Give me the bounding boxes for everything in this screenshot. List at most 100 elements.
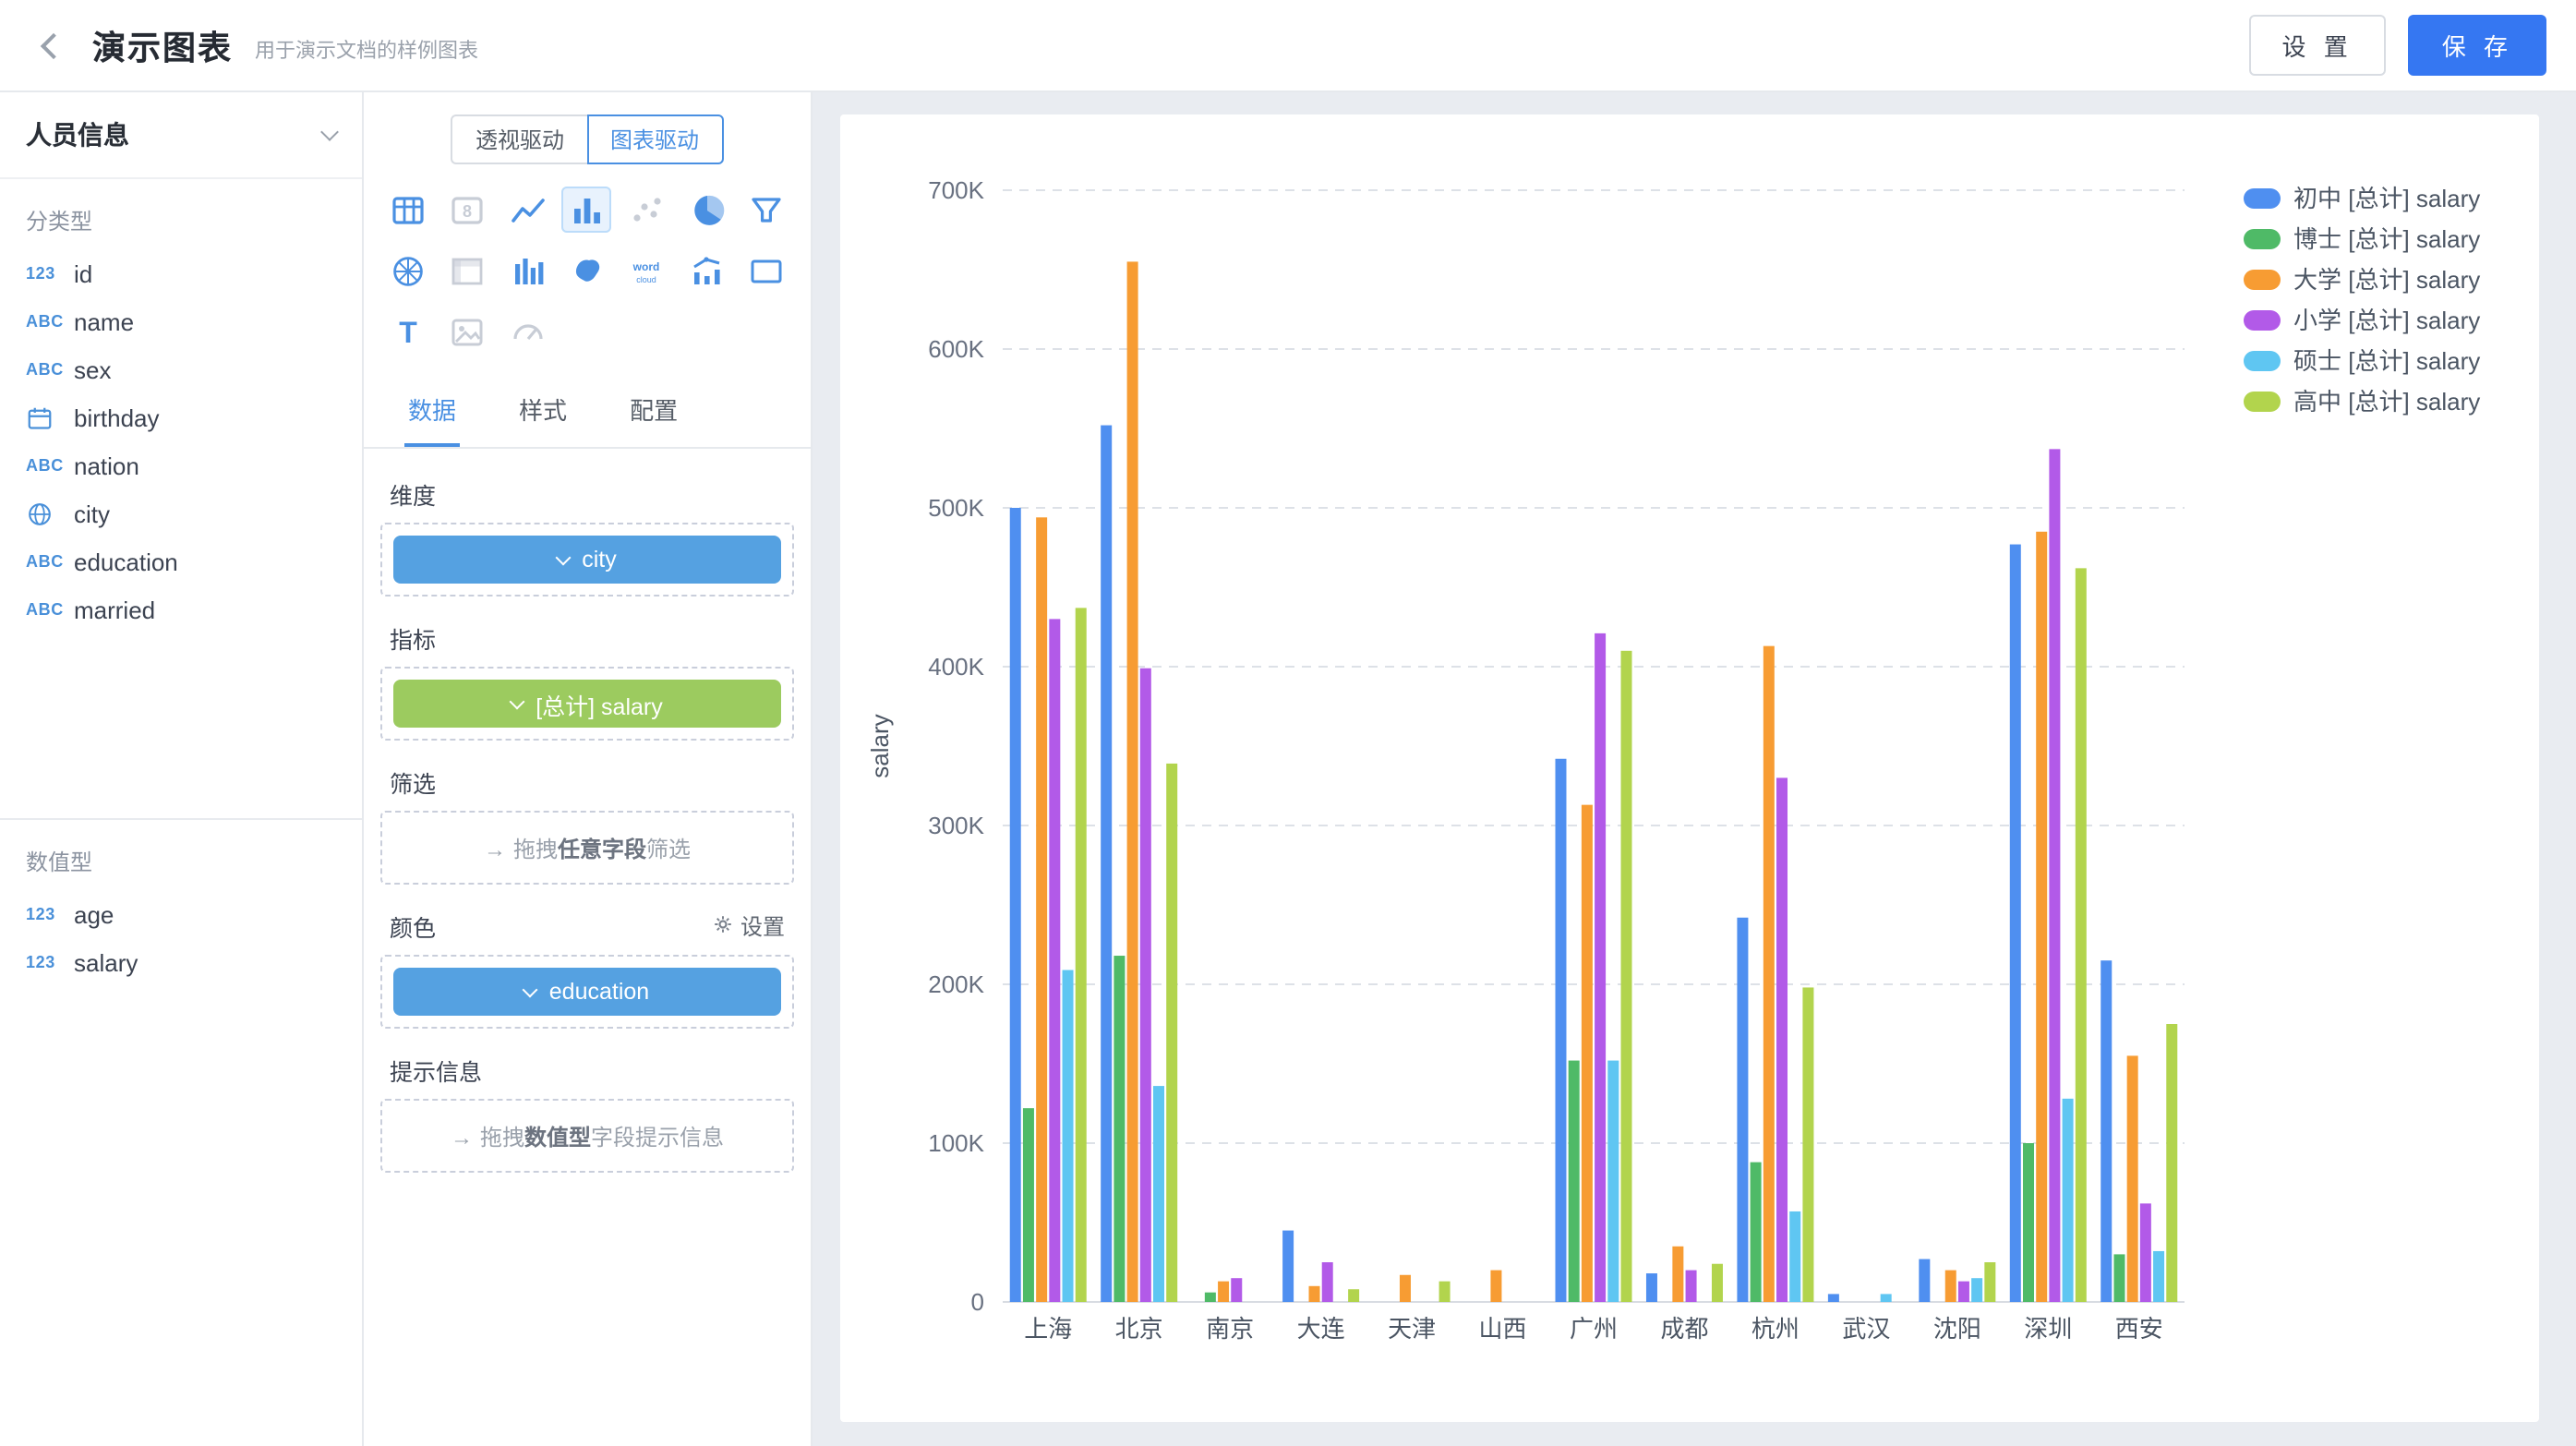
color-pill-education[interactable]: education xyxy=(393,968,781,1016)
chart-type-grid: 8 wordcloud T xyxy=(364,183,811,377)
bar-杭州-0 xyxy=(1737,918,1748,1302)
y-tick-label: 600K xyxy=(928,335,984,363)
field-age[interactable]: 123age xyxy=(0,890,362,938)
dimension-dropzone[interactable]: city xyxy=(380,523,794,596)
bar-武汉-4 xyxy=(1881,1294,1892,1302)
chevron-down-icon xyxy=(510,693,525,709)
bar-南京-2 xyxy=(1218,1282,1229,1302)
dataset-name: 人员信息 xyxy=(26,116,129,153)
bar-上海-4 xyxy=(1063,970,1074,1302)
dimension-pill-city[interactable]: city xyxy=(393,536,781,584)
string-type-icon: ABC xyxy=(26,456,74,475)
field-section-categorical: 分类型123idABCnameABCsexbirthdayABCnationci… xyxy=(0,179,362,818)
field-nation[interactable]: ABCnation xyxy=(0,441,362,489)
field-id[interactable]: 123id xyxy=(0,249,362,297)
bar-西安-2 xyxy=(2127,1055,2138,1302)
legend-item[interactable]: 博士 [总计] salary xyxy=(2244,225,2480,253)
legend-item[interactable]: 小学 [总计] salary xyxy=(2244,307,2480,334)
map-icon[interactable] xyxy=(562,247,612,294)
legend-item[interactable]: 初中 [总计] salary xyxy=(2244,185,2480,212)
field-education[interactable]: ABCeducation xyxy=(0,537,362,585)
pill-label: education xyxy=(549,979,649,1005)
svg-text:8: 8 xyxy=(463,201,473,220)
calendar-icon xyxy=(26,404,74,431)
bar-上海-0 xyxy=(1010,508,1021,1302)
x-tick-label: 广州 xyxy=(1570,1315,1618,1343)
field-city[interactable]: city xyxy=(0,489,362,537)
section-header-filter: 筛选 xyxy=(390,765,785,800)
bar-上海-5 xyxy=(1076,608,1087,1302)
table-icon[interactable] xyxy=(383,187,433,233)
filter-dropzone[interactable]: →拖拽任意字段筛选 xyxy=(380,811,794,885)
scatter-icon xyxy=(622,187,672,233)
bar-chart-icon[interactable] xyxy=(562,187,612,233)
settings-button[interactable]: 设 置 xyxy=(2249,15,2387,76)
panel-tab-配置[interactable]: 配置 xyxy=(626,377,681,447)
bar-广州-5 xyxy=(1621,651,1632,1302)
bar-沈阳-2 xyxy=(1945,1271,1956,1302)
bar-成都-5 xyxy=(1712,1264,1723,1302)
bar-西安-0 xyxy=(2101,960,2112,1302)
bar-广州-1 xyxy=(1569,1061,1580,1302)
metric-pill-salary[interactable]: [总计] salary xyxy=(393,680,781,728)
combo-chart-icon[interactable] xyxy=(681,247,731,294)
filter-hint: →拖拽任意字段筛选 xyxy=(393,832,781,863)
x-tick-label: 沈阳 xyxy=(1933,1315,1981,1343)
bar-上海-3 xyxy=(1049,619,1060,1302)
bar-南京-3 xyxy=(1231,1278,1242,1302)
legend-label: 高中 [总计] salary xyxy=(2293,388,2480,416)
save-button[interactable]: 保 存 xyxy=(2409,15,2546,76)
bar-深圳-2 xyxy=(2036,532,2047,1302)
panel-tab-样式[interactable]: 样式 xyxy=(515,377,571,447)
tooltip-hint: →拖拽数值型字段提示信息 xyxy=(393,1120,781,1151)
legend-item[interactable]: 高中 [总计] salary xyxy=(2244,388,2480,416)
panel-sections: 维度city指标[总计] salary筛选→拖拽任意字段筛选颜色设置educat… xyxy=(364,449,811,1446)
drag-arrow-icon: → xyxy=(451,1124,473,1150)
legend-swatch xyxy=(2244,351,2281,371)
bar-西安-5 xyxy=(2166,1024,2177,1302)
color-settings-button[interactable]: 设置 xyxy=(713,910,785,942)
text-icon[interactable]: T xyxy=(383,308,433,355)
legend-label: 小学 [总计] salary xyxy=(2293,307,2480,334)
y-tick-label: 400K xyxy=(928,653,984,681)
field-birthday[interactable]: birthday xyxy=(0,393,362,441)
pie-chart-icon[interactable] xyxy=(681,187,731,233)
card-icon[interactable] xyxy=(741,247,791,294)
field-list: 分类型123idABCnameABCsexbirthdayABCnationci… xyxy=(0,179,362,1005)
bar-杭州-5 xyxy=(1802,987,1813,1302)
field-name[interactable]: ABCname xyxy=(0,297,362,345)
field-married[interactable]: ABCmarried xyxy=(0,585,362,633)
bar-chart-svg: 0100K200K300K400K500K600K700Ksalary上海北京南… xyxy=(840,114,2539,1422)
metric-dropzone[interactable]: [总计] salary xyxy=(380,667,794,741)
bar-北京-2 xyxy=(1127,261,1138,1302)
mode-tab-chart-driven[interactable]: 图表驱动 xyxy=(586,114,723,164)
funnel-icon[interactable] xyxy=(741,187,791,233)
metric-number-icon: 8 xyxy=(443,187,493,233)
radar-icon[interactable] xyxy=(383,247,433,294)
field-sex[interactable]: ABCsex xyxy=(0,345,362,393)
string-type-icon: ABC xyxy=(26,552,74,571)
field-salary[interactable]: 123salary xyxy=(0,938,362,986)
color-dropzone[interactable]: education xyxy=(380,955,794,1029)
dataset-selector[interactable]: 人员信息 xyxy=(0,92,362,179)
parallel-bars-icon[interactable] xyxy=(502,247,552,294)
x-tick-label: 大连 xyxy=(1297,1315,1345,1343)
back-button[interactable] xyxy=(30,21,78,69)
tooltip-dropzone[interactable]: →拖拽数值型字段提示信息 xyxy=(380,1099,794,1173)
legend-item[interactable]: 硕士 [总计] salary xyxy=(2244,347,2480,375)
field-name: birthday xyxy=(74,404,160,431)
bar-大连-0 xyxy=(1282,1231,1294,1302)
section-label-metric: 指标 xyxy=(390,621,436,656)
bar-深圳-0 xyxy=(2010,545,2021,1302)
bar-杭州-2 xyxy=(1763,646,1775,1302)
field-name: salary xyxy=(74,948,138,976)
line-chart-icon[interactable] xyxy=(502,187,552,233)
bar-西安-4 xyxy=(2153,1251,2164,1302)
panel-tab-数据[interactable]: 数据 xyxy=(404,377,460,447)
mode-tab-pivot-driven[interactable]: 透视驱动 xyxy=(451,114,586,164)
word-cloud-icon[interactable]: wordcloud xyxy=(622,247,672,294)
y-tick-label: 200K xyxy=(928,970,984,998)
drag-arrow-icon: → xyxy=(484,836,506,862)
legend-item[interactable]: 大学 [总计] salary xyxy=(2244,266,2480,294)
x-tick-label: 武汉 xyxy=(1842,1315,1890,1343)
